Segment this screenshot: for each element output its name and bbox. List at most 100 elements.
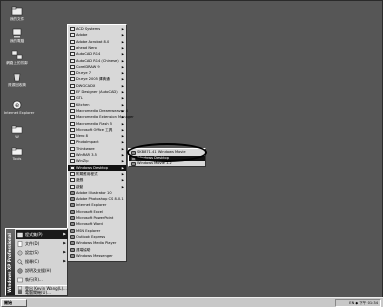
application-icon [130,156,136,161]
start-item-documents[interactable]: 文件(D) ▶ [16,239,68,248]
taskbar: 開始 EN ◆ 下午 01:34 [0,297,383,307]
program-group-folder-icon [69,27,75,31]
menu-item-label: SKB871.41 Windows Movie [137,150,186,154]
application-icon [130,162,136,167]
desktop-icon-my-documents[interactable]: 我的文件 [4,6,30,21]
programs-icon [17,232,23,237]
folder-icon [11,125,23,134]
menu-item-label: ACD Systems [76,27,101,31]
start-item-label: 搜尋(C) [25,259,39,264]
application-icon [69,234,75,239]
help-icon [17,267,23,274]
menu-item-label: Microsoft Excel [76,209,104,214]
desktop-icon-label: 網路上的芳鄰 [6,61,28,65]
application-icon [69,247,75,252]
programs-menu: ACD Systems ▶ Adobe ▶ Adobe Acrobat 8.0 ▶ ahea… [67,24,134,262]
documents-icon [17,240,23,247]
menu-item-label: Macromedia Dreamweaver 4 [76,108,128,113]
start-item-label: 程式集(P) [25,232,43,237]
menu-item-label: 附屬應用程式 [76,171,98,176]
menu-item-label: ahead Nero [76,45,97,50]
menu-item-label: Dr.eye 2005 譯典通 [76,77,110,82]
program-group-folder-icon [69,102,75,107]
program-group-folder-icon [69,146,75,151]
menu-item-label: EF Designer (AutoCAD) [76,90,118,94]
shutdown-icon [18,290,22,294]
windows-desktop-menu-item[interactable]: Windows Movie 1.2 [129,161,205,167]
menu-item-label: Kitchen [76,102,90,107]
desktop-icon-label: W [15,135,19,139]
program-group-folder-icon [69,165,75,170]
start-item-help[interactable]: 說明及支援(H) [16,266,68,275]
settings-icon [17,250,23,255]
desktop-icon-recycle-bin[interactable]: 資源回收筒 [4,72,30,87]
desktop-icon-folder-w[interactable]: W [4,124,30,139]
submenu-arrow-icon: ▶ [63,232,66,236]
program-group-folder-icon [69,96,75,101]
computer-icon [12,28,22,38]
menu-item-label: MSN Explorer [76,228,101,233]
start-item-label: 說明及支援(H) [25,268,52,273]
start-item-label: 設定(S) [25,250,39,255]
desktop-icon-folder-tools[interactable]: Tools [4,146,30,161]
desktop-icon-label: Tools [12,157,22,161]
run-icon [17,277,23,282]
start-item-label: 電腦關機(U)... [25,290,51,295]
program-group-folder-icon [69,153,75,157]
menu-item-label: 遠端協助 [76,247,91,252]
folder-icon [11,147,23,156]
program-group-folder-icon [69,90,75,94]
desktop-icon-label: Internet Explorer [4,111,35,115]
start-item-search[interactable]: 搜尋(C) ▶ [16,257,68,266]
start-item-label: 執行(R)... [25,277,43,282]
menu-item-label: Internet Explorer [76,203,107,208]
program-group-folder-icon [69,45,75,50]
desktop-icon-internet-explorer[interactable]: e Internet Explorer [4,100,35,115]
windows-desktop-submenu: SKB871.41 Windows Movie Windows Desktop Wi… [128,148,206,167]
start-item-run[interactable]: 執行(R)... [16,275,68,284]
start-item-settings[interactable]: 設定(S) ▶ [16,248,68,257]
menu-item-label: Windows Movie 1.2 [137,161,172,166]
start-item-programs[interactable]: 程式集(P) ▶ [16,230,68,239]
menu-item-label: WinZip [76,159,89,164]
start-menu-banner-text: Windows XP Professional [7,233,12,293]
menu-item-label: WinRAR 3.5 [76,153,97,157]
start-item-label: 文件(D) [25,241,40,246]
submenu-arrow-icon: ▶ [63,250,66,254]
system-tray-clock: EN ◆ 下午 01:34 [335,299,381,307]
application-icon [130,151,136,155]
desktop-icon-network[interactable]: 網路上的芳鄰 [4,50,30,65]
menu-item-label: Thinkware [76,146,95,151]
submenu-arrow-icon: ▶ [63,241,66,245]
menu-item-label: Windows Media Player [76,241,117,246]
menu-item-label: PhotoImpact [76,140,99,145]
menu-item-label: GTL [76,96,83,101]
program-group-folder-icon [69,39,75,44]
desktop-icon-label: 我的電腦 [9,39,25,43]
ie-icon: e [12,100,22,110]
desktop-icon-label: 資源回收筒 [8,83,26,87]
start-button[interactable]: 開始 [1,299,27,307]
program-group-folder-icon [69,171,75,176]
desktop-icon-my-computer[interactable]: 我的電腦 [4,28,30,43]
start-item-shutdown[interactable]: 電腦關機(U)... [16,290,68,295]
application-icon [69,209,75,214]
menu-item-label: DWGCADX [76,83,96,88]
application-icon [69,228,75,233]
menu-item-label: 啟動 [76,184,84,189]
start-menu-banner: Windows XP Professional [6,229,15,295]
application-icon [69,203,75,208]
program-group-folder-icon [69,33,75,38]
menu-item-label: Macromedia Extension Manager [76,115,134,120]
program-group-folder-icon [69,159,75,164]
program-group-folder-icon [69,184,75,189]
menu-item-label: Adobe Illustrator 10 [76,190,112,195]
application-icon [69,222,75,227]
recycle-bin-icon [13,73,21,82]
programs-menu-item[interactable]: Windows Messenger [68,253,126,259]
menu-item-label: Adobe [76,33,88,38]
application-icon [69,190,75,195]
menu-item-label: Microsoft PowerPoint [76,216,114,220]
search-icon [17,258,23,265]
program-group-folder-icon [69,121,75,126]
